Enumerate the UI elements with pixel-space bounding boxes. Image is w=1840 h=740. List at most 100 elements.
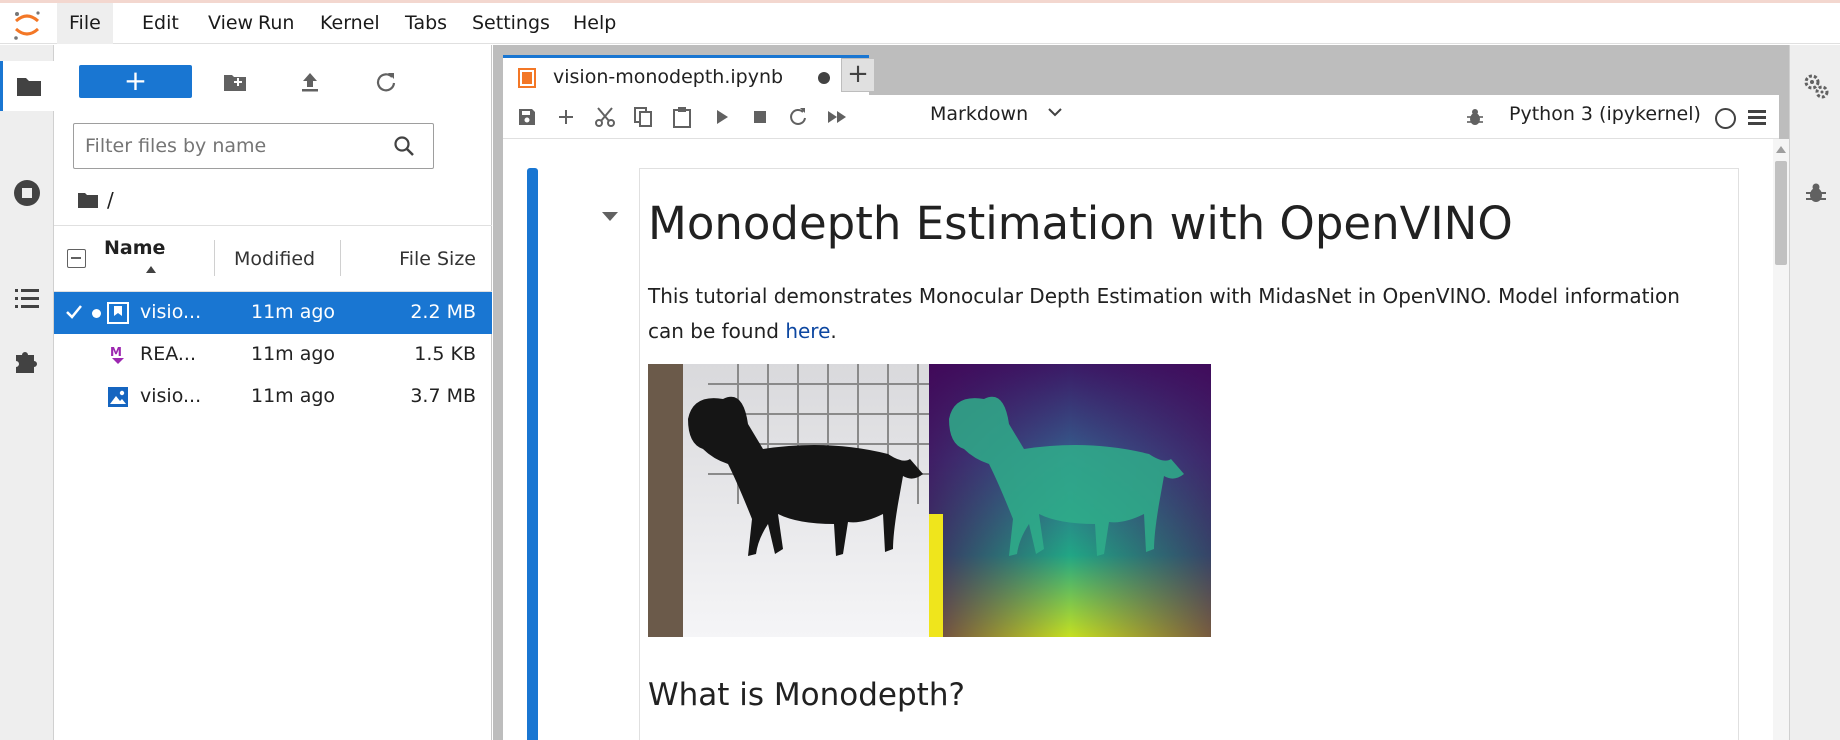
tab-vision-monodepth[interactable]: vision-monodepth.ipynb <box>503 55 869 95</box>
refresh-button[interactable] <box>371 67 401 97</box>
save-button[interactable] <box>515 105 539 129</box>
copy-icon <box>634 107 652 127</box>
new-launcher-button[interactable]: + <box>79 65 192 98</box>
cell-type-dropdown[interactable]: Markdown <box>930 103 1028 125</box>
filter-files-input[interactable] <box>85 135 375 157</box>
cut-button[interactable] <box>593 105 617 129</box>
run-cell-button[interactable] <box>710 105 734 129</box>
sort-ascending-icon <box>146 266 156 273</box>
stop-icon <box>754 111 766 123</box>
tab-title: vision-monodepth.ipynb <box>553 66 784 88</box>
restart-run-all-button[interactable] <box>825 105 849 129</box>
copy-button[interactable] <box>631 105 655 129</box>
new-tab-button[interactable]: + <box>841 58 875 92</box>
image-icon <box>108 387 128 407</box>
more-menu-button[interactable] <box>1745 105 1769 129</box>
filter-files-field[interactable] <box>73 123 434 169</box>
svg-text:M: M <box>110 345 122 359</box>
file-browser-panel: + / Name Modified File Size visio... 11m… <box>54 45 492 740</box>
file-modified: 11m ago <box>251 301 336 323</box>
name-column-header[interactable]: Name <box>104 237 165 259</box>
folder-icon[interactable] <box>77 191 99 209</box>
menu-edit[interactable]: Edit <box>130 3 191 44</box>
modified-column-header[interactable]: Modified <box>234 248 315 270</box>
file-name: visio... <box>140 385 202 407</box>
fast-forward-icon <box>828 111 846 123</box>
table-of-contents-tab[interactable] <box>0 273 54 323</box>
right-sidebar <box>1789 45 1840 740</box>
breadcrumb: / <box>77 185 114 215</box>
file-modified: 11m ago <box>251 385 336 407</box>
debugger-toggle[interactable] <box>1463 105 1487 129</box>
file-name: REA... <box>140 343 196 365</box>
notebook-panel: Markdown Python 3 (ipykernel) Monodepth … <box>503 95 1789 740</box>
menu-tabs[interactable]: Tabs <box>393 3 459 44</box>
model-info-link[interactable]: here <box>785 319 830 343</box>
list-icon <box>15 289 39 308</box>
cell-paragraph: This tutorial demonstrates Monocular Dep… <box>648 279 1718 349</box>
add-icon <box>559 110 573 124</box>
file-size: 3.7 MB <box>410 385 476 407</box>
cut-icon <box>595 107 615 127</box>
breadcrumb-root[interactable]: / <box>107 188 114 212</box>
file-row[interactable]: visio... 11m ago 2.2 MB <box>54 292 492 334</box>
file-size: 1.5 KB <box>414 343 476 365</box>
monodepth-demo-image <box>648 364 1211 637</box>
save-icon <box>519 109 535 125</box>
file-size: 2.2 MB <box>410 301 476 323</box>
debugger-icon <box>1805 183 1826 202</box>
paste-icon <box>673 107 691 128</box>
file-name: visio... <box>140 301 202 323</box>
scrollbar-thumb[interactable] <box>1775 161 1787 265</box>
unsaved-indicator[interactable] <box>818 72 830 84</box>
menu-help[interactable]: Help <box>561 3 628 44</box>
notebook-toolbar: Markdown Python 3 (ipykernel) <box>503 95 1779 139</box>
file-browser-tab[interactable] <box>0 61 54 111</box>
notebook-scrollbar[interactable] <box>1773 139 1789 740</box>
interrupt-kernel-button[interactable] <box>748 105 772 129</box>
property-inspector-tab[interactable] <box>1790 61 1840 111</box>
search-icon <box>394 136 414 156</box>
restart-kernel-button[interactable] <box>786 105 810 129</box>
select-all-checkbox[interactable] <box>67 249 86 268</box>
menu-file[interactable]: File <box>57 3 113 44</box>
scroll-up-arrow-icon[interactable] <box>1776 146 1786 153</box>
new-folder-icon <box>224 75 246 91</box>
menu-settings[interactable]: Settings <box>460 3 562 44</box>
kernel-name-button[interactable]: Python 3 (ipykernel) <box>1509 103 1701 125</box>
file-size-column-header[interactable]: File Size <box>399 248 476 270</box>
upload-button[interactable] <box>295 67 325 97</box>
bug-icon <box>1467 109 1483 125</box>
debugger-tab[interactable] <box>1790 168 1840 218</box>
file-modified: 11m ago <box>251 343 336 365</box>
checkmark-icon[interactable] <box>64 301 84 323</box>
refresh-icon <box>790 108 806 125</box>
new-folder-button[interactable] <box>220 67 250 97</box>
file-row[interactable]: visio... 11m ago 3.7 MB <box>54 376 492 418</box>
running-indicator <box>92 309 101 318</box>
insert-cell-button[interactable] <box>554 105 578 129</box>
menu-run[interactable]: Run <box>246 3 306 44</box>
markdown-cell[interactable]: Monodepth Estimation with OpenVINO This … <box>639 168 1739 740</box>
notebook-icon <box>518 68 536 88</box>
refresh-icon <box>376 73 396 92</box>
cell-heading: Monodepth Estimation with OpenVINO <box>648 197 1513 250</box>
left-activity-bar <box>0 45 54 740</box>
main-dock-area: vision-monodepth.ipynb + Markdown Python… <box>493 45 1789 740</box>
file-list-header: Name Modified File Size <box>54 225 492 292</box>
extension-manager-tab[interactable] <box>0 335 54 385</box>
notebook-icon <box>107 302 129 324</box>
collapse-heading-caret-icon[interactable] <box>602 212 618 221</box>
running-sessions-tab[interactable] <box>0 168 54 218</box>
paste-button[interactable] <box>670 105 694 129</box>
file-row[interactable]: M REA... 11m ago 1.5 KB <box>54 334 492 376</box>
menu-bar: File Edit View Run Kernel Tabs Settings … <box>0 3 1840 44</box>
menu-icon <box>1748 110 1766 125</box>
upload-icon <box>302 73 318 92</box>
column-divider[interactable] <box>340 240 341 276</box>
stop-circle-icon <box>14 180 40 206</box>
column-divider[interactable] <box>214 240 215 276</box>
menu-kernel[interactable]: Kernel <box>308 3 392 44</box>
active-cell-indicator[interactable] <box>527 168 538 740</box>
chevron-down-icon[interactable] <box>1048 107 1062 117</box>
